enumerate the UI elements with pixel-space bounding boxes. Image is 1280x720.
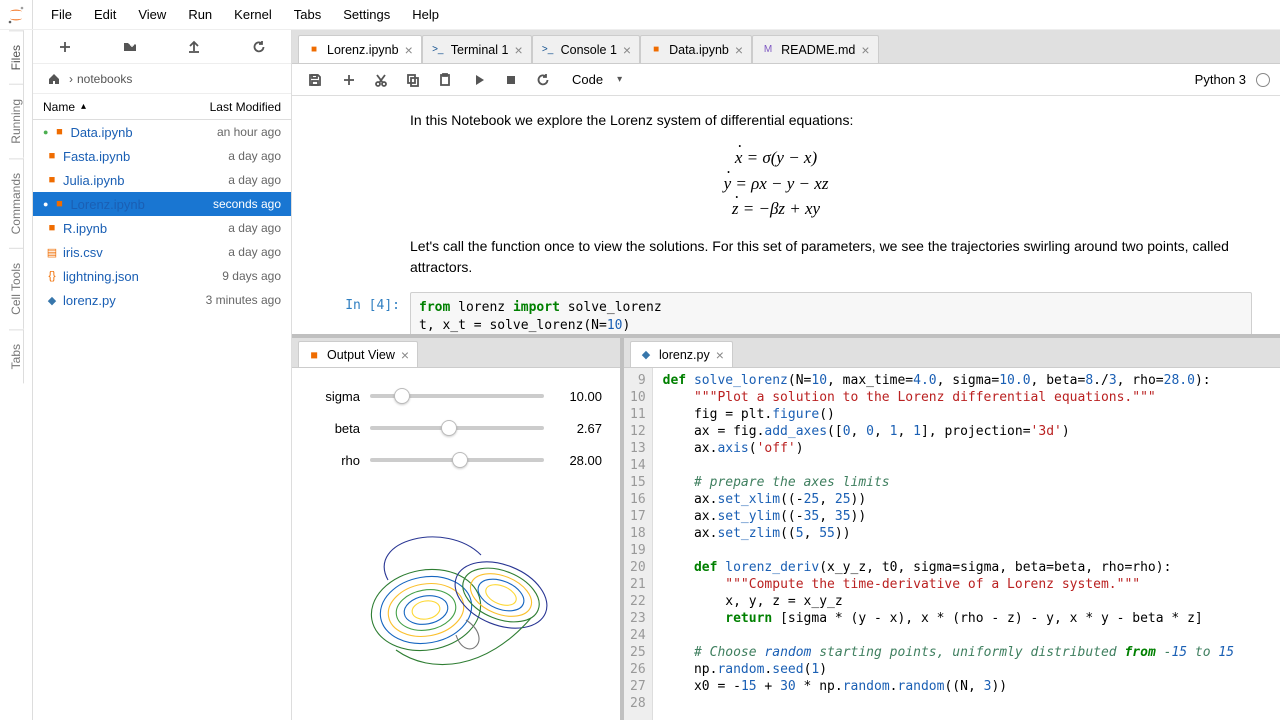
slider-beta-input[interactable]: [370, 426, 544, 430]
sort-asc-icon: ▴: [81, 101, 86, 112]
tab-data-ipynb[interactable]: ■Data.ipynb×: [640, 35, 752, 63]
tab-lorenz-py[interactable]: ◆ lorenz.py ×: [630, 341, 733, 367]
paste-button[interactable]: [432, 67, 458, 93]
input-prompt: In [4]:: [300, 292, 410, 335]
file-row[interactable]: {}lightning.json9 days ago: [33, 264, 291, 288]
slider-rho-input[interactable]: [370, 458, 544, 462]
tab-lorenz-ipynb[interactable]: ■Lorenz.ipynb×: [298, 35, 422, 63]
menu-file[interactable]: File: [41, 3, 82, 26]
menu-settings[interactable]: Settings: [333, 3, 400, 26]
file-type-icon: ■: [50, 126, 68, 138]
slider-sigma-input[interactable]: [370, 394, 544, 398]
file-row[interactable]: ■R.ipynba day ago: [33, 216, 291, 240]
menu-help[interactable]: Help: [402, 3, 449, 26]
insert-cell-button[interactable]: [336, 67, 362, 93]
activity-bar: FilesRunningCommandsCell ToolsTabs: [0, 0, 33, 720]
file-row[interactable]: ▤iris.csva day ago: [33, 240, 291, 264]
cell-type-select[interactable]: Code ▾: [564, 72, 630, 87]
file-type-icon: ■: [50, 198, 68, 210]
output-tabbar: ■ Output View ×: [292, 338, 620, 368]
tab-terminal-1[interactable]: >_Terminal 1×: [422, 35, 532, 63]
jupyter-logo: [0, 0, 33, 30]
file-browser-toolbar: [33, 30, 291, 64]
file-row[interactable]: ■Julia.ipynba day ago: [33, 168, 291, 192]
tab-output-view[interactable]: ■ Output View ×: [298, 341, 418, 367]
breadcrumb-folder[interactable]: notebooks: [77, 72, 132, 86]
dock-panel: ■Lorenz.ipynb×>_Terminal 1×>_Console 1×■…: [292, 30, 1280, 720]
file-type-icon: ◆: [43, 294, 61, 307]
slider-sigma: sigma10.00: [310, 380, 602, 412]
tab-icon: M: [761, 44, 775, 55]
chevron-down-icon: ▾: [617, 74, 622, 85]
slider-rho: rho28.00: [310, 444, 602, 476]
kernel-status-icon[interactable]: [1256, 73, 1270, 87]
editor-pane: ◆ lorenz.py × 91011121314151617181920212…: [624, 338, 1280, 720]
equation-block: •x = σ(y − x) •y = ρx − y − xz •z = −βz …: [300, 131, 1252, 236]
sidebar-tab-cell-tools[interactable]: Cell Tools: [9, 248, 24, 329]
file-type-icon: ▤: [43, 246, 61, 259]
markdown-desc: Let's call the function once to view the…: [410, 236, 1252, 278]
sidebar-tab-files[interactable]: Files: [9, 30, 24, 84]
tab-icon: >_: [541, 44, 555, 55]
kernel-name[interactable]: Python 3: [1195, 72, 1246, 87]
output-pane: ■ Output View × sigma10.00beta2.67rho28.…: [292, 338, 624, 720]
close-icon[interactable]: ×: [514, 42, 522, 58]
file-list-header[interactable]: Name ▴ Last Modified: [33, 94, 291, 120]
save-button[interactable]: [302, 67, 328, 93]
python-icon: ◆: [639, 348, 653, 361]
menu-tabs[interactable]: Tabs: [284, 3, 331, 26]
file-type-icon: ■: [43, 150, 61, 162]
tab-icon: >_: [431, 44, 445, 55]
notebook-content[interactable]: In this Notebook we explore the Lorenz s…: [292, 96, 1280, 334]
file-row[interactable]: ◆lorenz.py3 minutes ago: [33, 288, 291, 312]
file-type-icon: ■: [43, 174, 61, 186]
code-input[interactable]: from lorenz import solve_lorenz t, x_t =…: [410, 292, 1252, 335]
lorenz-attractor-plot: [310, 500, 602, 690]
tab-icon: ■: [307, 44, 321, 55]
close-icon[interactable]: ×: [401, 347, 409, 363]
file-row[interactable]: ●■Lorenz.ipynbseconds ago: [33, 192, 291, 216]
new-launcher-button[interactable]: [53, 35, 77, 59]
tab-icon: ■: [649, 44, 663, 55]
tab-readme-md[interactable]: MREADME.md×: [752, 35, 879, 63]
slider-beta: beta2.67: [310, 412, 602, 444]
tab-console-1[interactable]: >_Console 1×: [532, 35, 640, 63]
menu-kernel[interactable]: Kernel: [224, 3, 282, 26]
file-list: ●■Data.ipynban hour ago■Fasta.ipynba day…: [33, 120, 291, 720]
file-browser: › notebooks Name ▴ Last Modified ●■Data.…: [33, 30, 292, 720]
restart-button[interactable]: [530, 67, 556, 93]
upload-button[interactable]: [182, 35, 206, 59]
close-icon[interactable]: ×: [716, 347, 724, 363]
close-icon[interactable]: ×: [735, 42, 743, 58]
file-type-icon: ■: [43, 222, 61, 234]
menu-view[interactable]: View: [128, 3, 176, 26]
menu-run[interactable]: Run: [178, 3, 222, 26]
copy-button[interactable]: [400, 67, 426, 93]
notebook-toolbar: Code ▾ Python 3: [292, 64, 1280, 96]
file-type-icon: {}: [43, 270, 61, 282]
cut-button[interactable]: [368, 67, 394, 93]
notebook-icon: ■: [307, 348, 321, 362]
code-editor[interactable]: 910111213141516171819202122232425262728 …: [624, 368, 1280, 720]
menubar: FileEditViewRunKernelTabsSettingsHelp: [33, 0, 1280, 30]
code-cell[interactable]: In [4]: from lorenz import solve_lorenz …: [300, 292, 1252, 335]
new-folder-button[interactable]: [118, 35, 142, 59]
run-button[interactable]: [466, 67, 492, 93]
editor-tabbar: ◆ lorenz.py ×: [624, 338, 1280, 368]
stop-button[interactable]: [498, 67, 524, 93]
breadcrumb[interactable]: › notebooks: [33, 64, 291, 94]
menu-edit[interactable]: Edit: [84, 3, 126, 26]
close-icon[interactable]: ×: [405, 42, 413, 58]
file-row[interactable]: ●■Data.ipynban hour ago: [33, 120, 291, 144]
sidebar-tab-running[interactable]: Running: [9, 84, 24, 158]
notebook-tabbar: ■Lorenz.ipynb×>_Terminal 1×>_Console 1×■…: [292, 30, 1280, 64]
sidebar-tab-commands[interactable]: Commands: [9, 158, 24, 248]
close-icon[interactable]: ×: [623, 42, 631, 58]
sidebar-tab-tabs[interactable]: Tabs: [9, 329, 24, 383]
refresh-button[interactable]: [247, 35, 271, 59]
home-icon[interactable]: [43, 72, 65, 86]
markdown-intro: In this Notebook we explore the Lorenz s…: [410, 110, 1252, 131]
file-row[interactable]: ■Fasta.ipynba day ago: [33, 144, 291, 168]
close-icon[interactable]: ×: [861, 42, 869, 58]
